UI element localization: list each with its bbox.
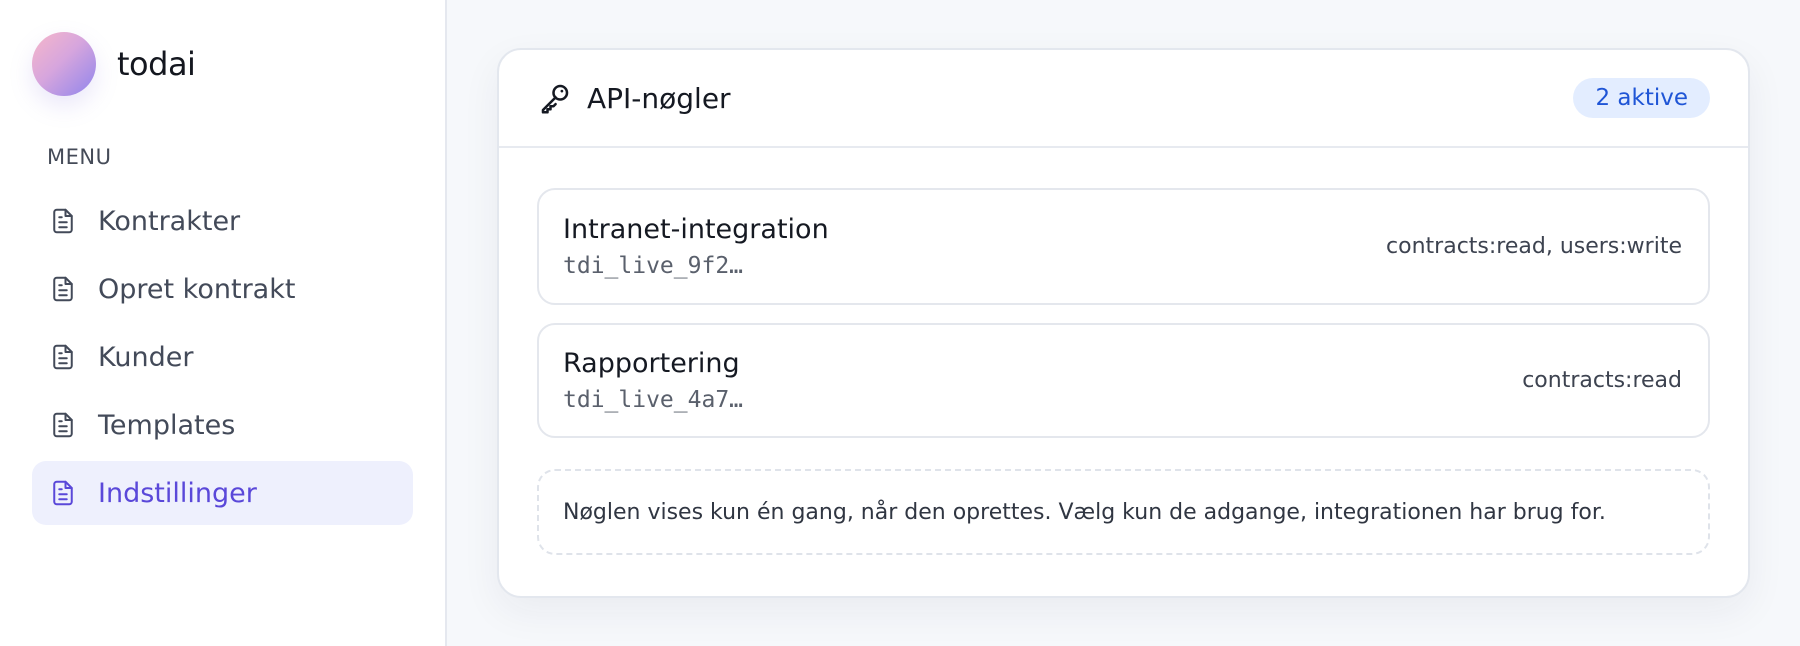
card-header: API-nøgler 2 aktive [499,50,1748,148]
card-title-group: API-nøgler [537,80,731,116]
document-icon [53,276,73,302]
api-key-scopes: contracts:read, users:write [1386,234,1682,259]
brand-logo [32,32,96,96]
main-content: API-nøgler 2 aktive Intranet-integration… [447,0,1800,646]
sidebar-item-kunder[interactable]: Kunder [32,325,413,389]
card-title: API-nøgler [587,81,731,115]
api-key-info: Rapportering tdi_live_4a7… [563,348,743,413]
card-body: Intranet-integration tdi_live_9f2… contr… [499,148,1748,555]
sidebar-item-indstillinger[interactable]: Indstillinger [32,461,413,525]
api-key-prefix: tdi_live_9f2… [563,253,744,279]
key-icon [541,84,569,114]
app-window: todai MENU Kontrakter Opret kontrakt Kun… [0,0,1800,646]
sidebar-item-templates[interactable]: Templates [32,393,413,457]
sidebar-item-label: Indstillinger [98,477,257,509]
api-key-row[interactable]: Rapportering tdi_live_4a7… contracts:rea… [537,323,1710,438]
sidebar: todai MENU Kontrakter Opret kontrakt Kun… [0,0,447,646]
document-icon [53,480,73,506]
document-icon [53,208,73,234]
api-key-row[interactable]: Intranet-integration tdi_live_9f2… contr… [537,188,1710,305]
api-key-info: Intranet-integration tdi_live_9f2… [563,214,829,279]
document-icon [53,412,73,438]
sidebar-item-label: Kontrakter [98,205,241,237]
api-key-name: Intranet-integration [563,214,829,245]
menu-label: MENU [47,145,112,169]
sidebar-item-label: Opret kontrakt [98,273,296,305]
api-key-prefix: tdi_live_4a7… [563,387,744,413]
brand-name: todai [117,45,196,83]
active-count-badge: 2 aktive [1573,78,1710,118]
api-key-name: Rapportering [563,348,740,379]
sidebar-item-opret-kontrakt[interactable]: Opret kontrakt [32,257,413,321]
sidebar-item-kontrakter[interactable]: Kontrakter [32,189,413,253]
brand[interactable]: todai [32,0,413,128]
sidebar-nav: Kontrakter Opret kontrakt Kunder Templat… [32,189,413,525]
document-icon [53,344,73,370]
api-key-scopes: contracts:read [1522,368,1682,393]
info-note: Nøglen vises kun én gang, når den oprett… [537,469,1710,555]
sidebar-item-label: Kunder [98,341,194,373]
sidebar-item-label: Templates [98,409,236,441]
api-keys-card: API-nøgler 2 aktive Intranet-integration… [497,48,1750,598]
